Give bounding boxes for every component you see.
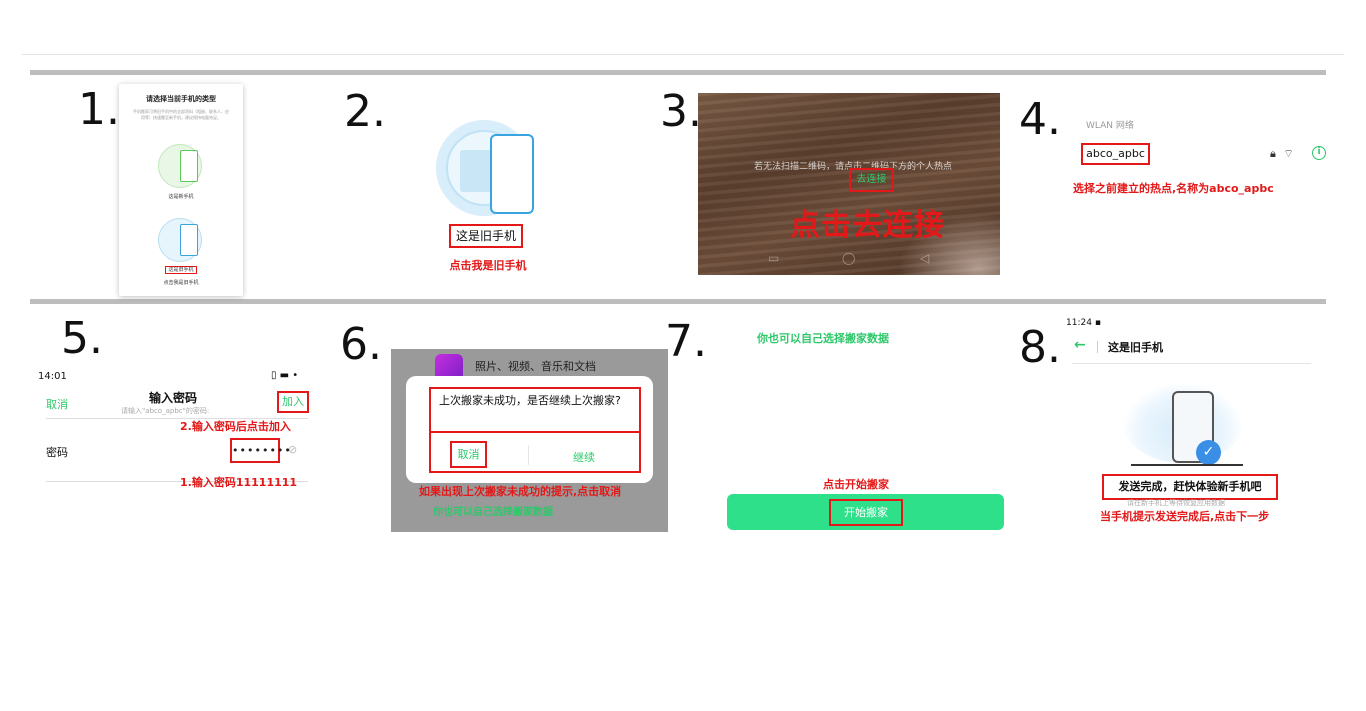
- old-phone-icon[interactable]: [180, 224, 198, 256]
- step-number-7: 7.: [665, 316, 707, 367]
- wifi-status-icons: 🔒︎ ⌔: [1270, 147, 1294, 161]
- step7-hint: 点击开始搬家: [823, 478, 889, 491]
- join-button[interactable]: 加入: [277, 391, 309, 413]
- status-bar: 11:24 ▪: [1066, 318, 1101, 328]
- lock-icon: 🔒︎: [1270, 147, 1276, 160]
- dialog-button-separator: [528, 445, 529, 465]
- notification-icon: ▪: [1094, 318, 1101, 328]
- step3-hint: 点击去连接: [790, 208, 945, 243]
- media-row-label: 照片、视频、音乐和文档: [475, 360, 596, 373]
- step4-hint: 选择之前建立的热点,名称为abco_apbc: [1073, 182, 1274, 195]
- step8-hint: 当手机提示发送完成后,点击下一步: [1100, 510, 1270, 523]
- wifi-network-item[interactable]: abco_apbc: [1081, 143, 1150, 165]
- wifi-icon: ⌔: [1283, 147, 1294, 160]
- connect-button[interactable]: 去连接: [849, 168, 894, 192]
- step1-hint: 点击我是旧手机: [163, 280, 199, 286]
- step-number-5: 5.: [61, 313, 103, 364]
- page-title: 这是旧手机: [1108, 341, 1163, 354]
- step-number-8: 8.: [1019, 322, 1061, 373]
- row-divider-top: [30, 70, 1326, 75]
- step3-camera-screen: 若无法扫描二维码，请点击二维码下方的个人热点 去连接 点击去连接 ▭ ◯ ◁: [698, 93, 1000, 275]
- new-phone-icon[interactable]: [180, 150, 198, 182]
- check-icon: ✓: [1196, 440, 1221, 465]
- info-icon[interactable]: i: [1312, 146, 1326, 160]
- transfer-complete-message: 发送完成，赶快体验新手机吧: [1102, 474, 1278, 500]
- cancel-button[interactable]: 取消: [46, 396, 68, 412]
- start-transfer-button[interactable]: 开始搬家: [829, 499, 903, 526]
- header-divider: [1072, 363, 1311, 364]
- step-number-1: 1.: [78, 84, 120, 135]
- step6-hint: 如果出现上次搬家未成功的提示,点击取消: [419, 485, 622, 498]
- document-icon: [460, 150, 492, 192]
- password-dialog-title: 输入密码: [149, 391, 198, 405]
- step6-screen: 照片、视频、音乐和文档 上次搬家未成功，是否继续上次搬家? 取消 继续 如果出现…: [391, 349, 668, 532]
- password-dialog-subtitle: 请输入"abco_apbc"的密码:: [121, 407, 210, 415]
- status-bar-time: 14:01: [38, 371, 67, 382]
- status-bar-icons: ▯ ▬ •: [271, 370, 299, 381]
- new-phone-label[interactable]: 这是新手机: [119, 193, 243, 200]
- illustration-baseline: [1131, 464, 1243, 466]
- dialog-cancel-button[interactable]: 取消: [450, 441, 487, 468]
- step-number-3: 3.: [660, 86, 702, 137]
- step1-description: 手机搬家可将旧手机中的全部资料（相册、联系人、应用等）快速搬至新手机，建议保持电…: [133, 109, 229, 120]
- eye-off-icon[interactable]: ⊘: [288, 443, 297, 456]
- row-divider-middle: [30, 299, 1326, 304]
- old-phone-icon-large[interactable]: [490, 134, 534, 214]
- arrow-left-icon[interactable]: ←: [1074, 337, 1086, 353]
- step1-screen: 请选择当前手机的类型 手机搬家可将旧手机中的全部资料（相册、联系人、应用等）快速…: [119, 84, 243, 296]
- old-phone-label-wrap: 这是旧手机: [119, 266, 243, 274]
- nav-home-icon[interactable]: ◯: [842, 251, 855, 265]
- step1-title: 请选择当前手机的类型: [146, 95, 216, 103]
- step-number-2: 2.: [344, 86, 386, 137]
- step-number-4: 4.: [1019, 94, 1061, 145]
- transfer-complete-subtext: 请在新手机上等待恢复应用数据: [1127, 499, 1225, 507]
- step6-hint-secondary: 你也可以自己选择搬家数据: [433, 507, 553, 518]
- step-number-6: 6.: [340, 319, 382, 370]
- top-divider: [22, 54, 1344, 55]
- step2-hint: 点击我是旧手机: [449, 259, 527, 272]
- step5-hint-join: 2.输入密码后点击加入: [180, 420, 291, 433]
- nav-menu-icon[interactable]: ▭: [768, 251, 779, 265]
- password-label: 密码: [46, 446, 68, 459]
- old-phone-button[interactable]: 这是旧手机: [449, 224, 523, 248]
- old-phone-label[interactable]: 这是旧手机: [165, 266, 197, 274]
- resume-dialog-message: 上次搬家未成功，是否继续上次搬家?: [429, 387, 641, 433]
- nav-back-icon[interactable]: ◁: [920, 251, 929, 265]
- step7-top-hint: 你也可以自己选择搬家数据: [757, 332, 889, 345]
- password-field[interactable]: ••••••••: [230, 438, 291, 463]
- header-separator: [1097, 341, 1098, 353]
- step5-hint-password: 1.输入密码11111111: [180, 476, 298, 489]
- status-bar-time: 11:24: [1066, 318, 1092, 328]
- dialog-continue-button[interactable]: 继续: [573, 449, 595, 465]
- wlan-section-header: WLAN 网络: [1086, 121, 1134, 131]
